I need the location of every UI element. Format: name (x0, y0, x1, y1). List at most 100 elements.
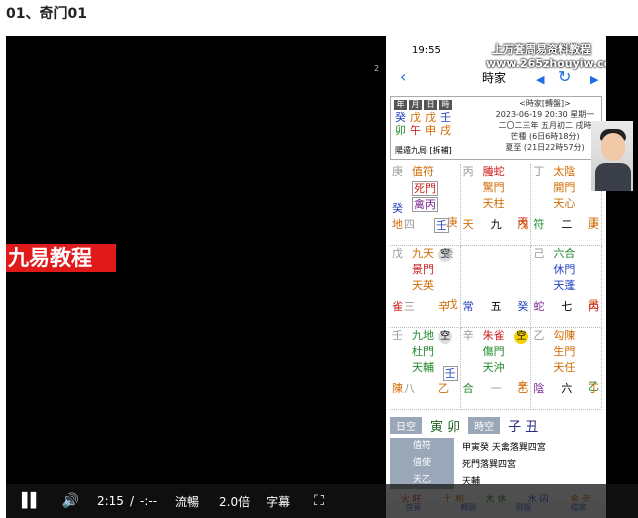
pillar-stem: 戊 (410, 111, 421, 124)
palace-bottom-left: 雀 (392, 300, 403, 313)
palace-star: 天柱 (482, 197, 505, 210)
palace-1[interactable]: 辛 朱雀 空 傷門 天沖 辛 合 一 乙 (460, 328, 532, 410)
watermark-side: 2 (374, 64, 380, 73)
qimen-grid: 庚 值符 死門 禽丙 癸 庚 地 四 壬 丙 螣蛇 驚門 天柱 丙 天 九 戊 (390, 164, 602, 410)
palace-3[interactable]: 戊 九天 空 癸 景門 天英 戊 雀 三 辛 (390, 246, 461, 328)
four-pillars: 年 月 日 時 癸 戊 戊 壬 卯 午 申 戌 (393, 99, 453, 137)
meta-line: 2023-06-19 20:30 星期一 (495, 110, 595, 119)
palace-4[interactable]: 庚 值符 死門 禽丙 癸 庚 地 四 壬 (390, 164, 461, 246)
palace-bottom-left: 常 (462, 300, 474, 313)
palace-9[interactable]: 丙 螣蛇 驚門 天柱 丙 天 九 戊 (460, 164, 532, 246)
side-banner: 九易教程 (6, 244, 116, 272)
palace-bottom-left: 天 (462, 218, 474, 231)
duty-row: 值使 死門落巽四宮 (390, 454, 602, 473)
palace-stem-right: 癸 (442, 247, 454, 260)
palace-door: 死門 (412, 181, 438, 196)
pillar-header: 時 (438, 99, 453, 111)
video-player[interactable]: 九易教程 2 19:55 上万套周易资料教程 www.265zhouyiw.co… (6, 36, 638, 518)
palace-god: 值符 (412, 165, 434, 178)
palace-star: 天心 (553, 197, 576, 210)
palace-star: 天蓬 (553, 279, 576, 292)
duration: -:-- (139, 494, 158, 508)
palace-door: 休門 (553, 263, 576, 276)
palace-door: 景門 (412, 263, 434, 276)
palace-star: 天英 (412, 279, 434, 292)
palace-god: 朱雀 (482, 329, 505, 342)
palace-god: 勾陳 (553, 329, 576, 342)
speed-button[interactable]: 2.0倍 (219, 493, 250, 510)
palace-bottom-left: 陰 (533, 382, 545, 395)
duty-value: 甲寅癸 天禽落巽四宮 (462, 443, 546, 453)
back-icon[interactable]: ‹ (400, 68, 406, 86)
palace-stem: 丁 (533, 165, 545, 178)
palace-kong-badge: 空 (514, 329, 529, 344)
hour-void-value: 子 丑 (508, 419, 539, 435)
next-icon[interactable]: ▶ (590, 71, 598, 89)
volume-icon[interactable]: 🔊 (62, 493, 79, 509)
refresh-icon[interactable]: ↻ (558, 68, 571, 86)
palace-number: 五 (490, 300, 502, 313)
palace-number: 八 (404, 382, 415, 395)
palace-bottom-stem: 丙 (587, 300, 599, 313)
palace-bottom-left: 陳 (392, 382, 403, 395)
palace-bottom-stem: 乙 (438, 382, 449, 395)
ju-label: 陽遁九局 [拆補] (395, 146, 452, 155)
current-time: 2:15 (96, 494, 124, 508)
pillar-branch: 卯 (395, 124, 406, 137)
palace-7[interactable]: 己 六合 休門 天蓬 己 蛇 七 丙 (531, 246, 602, 328)
duty-table: 值符 甲寅癸 天禽落巽四宮 值使 死門落巽四宮 天乙 天輔 (390, 437, 602, 490)
status-time: 19:55 (412, 45, 441, 56)
duty-row: 值符 甲寅癸 天禽落巽四宮 (390, 437, 602, 456)
pillar-branch: 申 (425, 124, 436, 137)
nav-title: 時家 (482, 71, 507, 85)
quality-button[interactable]: 流暢 (175, 493, 199, 510)
palace-god: 九天 (412, 247, 434, 260)
pillar-stem: 壬 (440, 111, 451, 124)
pillar-header: 年 (393, 99, 408, 111)
palace-stem: 庚 (392, 165, 403, 178)
kong-badge: 空 (514, 330, 529, 344)
meta-line: 二〇二三年 五月初二 戌時 (498, 121, 592, 130)
palace-stem: 壬 (392, 329, 403, 342)
palace-bottom-left: 合 (462, 382, 474, 395)
palace-stem: 乙 (533, 329, 545, 342)
palace-bottom-stem: 乙 (517, 382, 529, 395)
presenter-face (601, 133, 625, 161)
palace-5[interactable]: 常 五 癸 (460, 246, 532, 328)
meta-line: 夏至 (21日22時57分) (505, 143, 585, 152)
palace-star: 天任 (553, 361, 576, 374)
duty-key: 值符 (390, 437, 454, 456)
palace-stem: 丙 (462, 165, 474, 178)
palace-bottom-left: 蛇 (533, 300, 545, 313)
day-void-value: 寅 卯 (430, 419, 461, 435)
palace-stem: 己 (533, 247, 545, 260)
duty-value: 死門落巽四宮 (462, 460, 517, 470)
pause-icon[interactable]: ▌▌ (22, 493, 41, 509)
subtitle-button[interactable]: 字幕 (266, 493, 290, 510)
palace-number: 一 (490, 382, 502, 395)
palace-door: 杜門 (412, 345, 434, 358)
hour-void-label: 時空 (468, 416, 501, 434)
presenter-camera (591, 121, 633, 191)
palace-number: 六 (561, 382, 573, 395)
day-void-label: 日空 (390, 416, 422, 434)
palace-god: 螣蛇 (482, 165, 505, 178)
fullscreen-icon[interactable]: ⛶ (314, 493, 324, 509)
chart-info-box: 年 月 日 時 癸 戊 戊 壬 卯 午 申 戌 陽遁九局 [拆補] <時家[轉盤… (390, 96, 602, 160)
palace-8[interactable]: 壬 九地 空 杜門 天輔 壬 陳 八 乙 (390, 328, 461, 410)
meta-line: <時家[轉盤]> (519, 99, 571, 108)
palace-number: 四 (404, 218, 415, 231)
palace-god: 九地 (412, 329, 434, 342)
prev-icon[interactable]: ◀ (536, 71, 544, 89)
palace-kong-badge: 空 (438, 329, 452, 344)
pillar-stem: 癸 (395, 111, 406, 124)
pillar-header: 月 (408, 99, 423, 111)
meta-line: 芒種 (6日6時18分) (510, 132, 580, 141)
palace-door: 生門 (553, 345, 576, 358)
void-row: 日空 寅 卯 時空 子 丑 (390, 416, 602, 435)
presenter-body (595, 163, 631, 191)
palace-6[interactable]: 乙 勾陳 生門 天任 乙 陰 六 丁 (531, 328, 602, 410)
palace-bottom-stem: 庚 (587, 218, 599, 231)
palace-bottom-stem: 辛 (438, 300, 449, 313)
palace-number: 三 (404, 300, 415, 313)
